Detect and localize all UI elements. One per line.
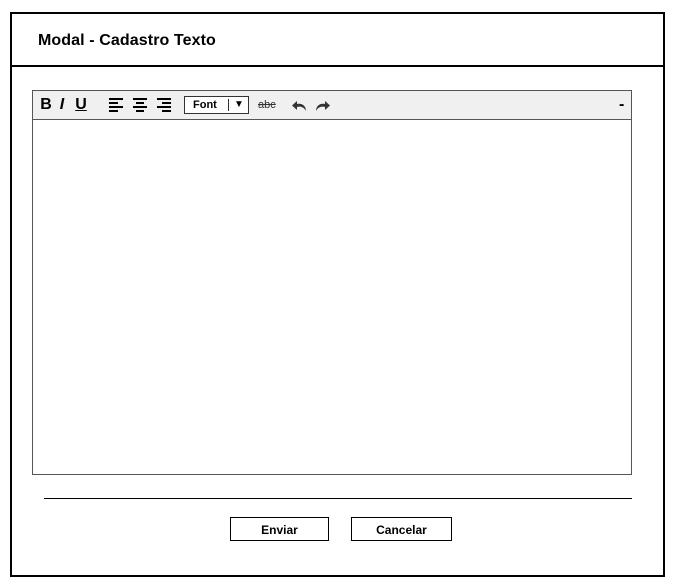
footer-divider [44, 498, 632, 499]
send-button[interactable]: Enviar [230, 517, 329, 541]
collapse-toolbar-button[interactable]: - [619, 97, 624, 113]
undo-icon[interactable] [292, 99, 308, 111]
rich-text-editor: B I U Font ▼ abc - [32, 90, 632, 475]
strikethrough-button[interactable]: abc [258, 98, 282, 112]
align-center-icon[interactable] [132, 98, 148, 112]
align-right-icon[interactable] [155, 98, 171, 112]
editor-content-area[interactable] [33, 120, 631, 474]
editor-toolbar: B I U Font ▼ abc - [33, 91, 631, 120]
italic-button[interactable]: I [57, 95, 67, 115]
underline-button[interactable]: U [74, 95, 88, 115]
chevron-down-icon: ▼ [234, 99, 244, 110]
modal: Modal - Cadastro Texto B I U Font ▼ abc … [10, 12, 665, 577]
bold-button[interactable]: B [40, 95, 52, 115]
modal-title: Modal - Cadastro Texto [38, 32, 216, 49]
cancel-button[interactable]: Cancelar [351, 517, 452, 541]
align-left-icon[interactable] [109, 98, 125, 112]
font-select-divider [228, 99, 229, 111]
redo-icon[interactable] [314, 99, 330, 111]
modal-header: Modal - Cadastro Texto [12, 14, 663, 67]
font-select[interactable]: Font ▼ [184, 96, 249, 114]
font-select-label: Font [193, 99, 217, 111]
